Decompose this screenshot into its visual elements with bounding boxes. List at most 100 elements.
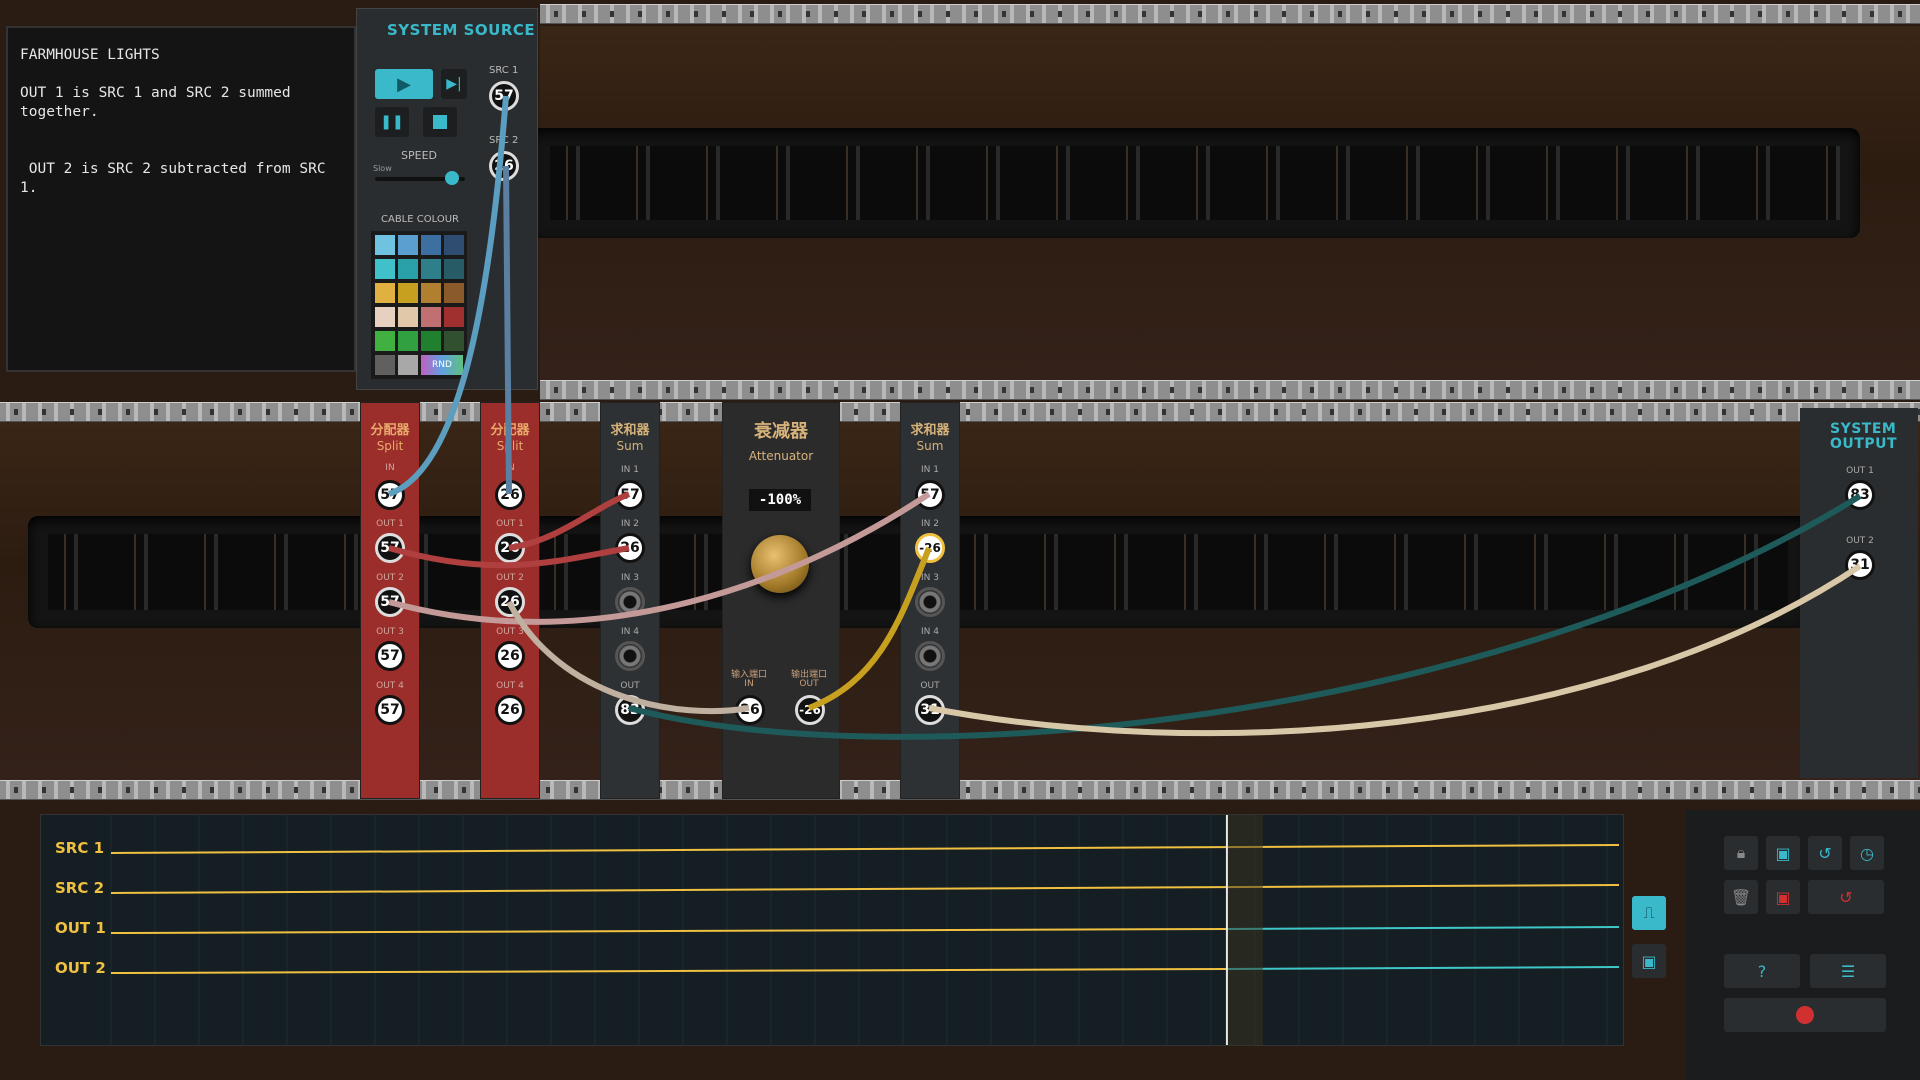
split-2-in-jack[interactable]: 26 [495, 480, 525, 510]
rack-rail-mid [0, 402, 1920, 422]
cable-colour-swatch[interactable] [375, 355, 395, 375]
sum-module-1[interactable]: 求和器 Sum IN 1 57 IN 2 26 IN 3 IN 4 OUT 83 [600, 402, 660, 799]
cable-colour-swatch[interactable] [375, 283, 395, 303]
split-2-out4-jack[interactable]: 26 [495, 695, 525, 725]
cable-colour-swatch[interactable] [375, 331, 395, 351]
add-cable-button[interactable]: ↺ [1808, 836, 1842, 870]
system-output-out2-jack[interactable]: 31 [1845, 550, 1875, 580]
cable-colour-swatch[interactable] [421, 259, 441, 279]
split-2-out3-jack[interactable]: 26 [495, 641, 525, 671]
attenuator-knob[interactable] [751, 535, 809, 593]
cable-colour-swatch[interactable] [444, 307, 464, 327]
random-colour-button[interactable]: RND [421, 355, 463, 375]
cable-colour-swatch[interactable] [444, 283, 464, 303]
split-2-out1-jack[interactable]: 26 [495, 533, 525, 563]
scope-trace-expected [1226, 966, 1620, 970]
rack-rail-top [540, 4, 1920, 24]
cable-colour-swatch[interactable] [421, 235, 441, 255]
cable-colour-swatch[interactable] [421, 331, 441, 351]
sum-2-in4-label: IN 4 [921, 627, 939, 637]
sum-1-in1-jack[interactable]: 57 [615, 480, 645, 510]
cable-colour-swatch[interactable] [398, 283, 418, 303]
cable-colour-swatch[interactable] [375, 307, 395, 327]
system-output-module: SYSTEM OUTPUT OUT 1 83 OUT 2 31 [1800, 408, 1918, 778]
record-icon [1796, 1006, 1814, 1024]
sum-2-title: Sum [916, 439, 944, 453]
split-1-out4-jack[interactable]: 57 [375, 695, 405, 725]
oscilloscope-panel: SRC 1 SRC 2 OUT 1 OUT 2 [40, 814, 1624, 1046]
cable-colour-swatch[interactable] [444, 259, 464, 279]
clock-icon[interactable]: ◷ [1850, 836, 1884, 870]
sum-module-2[interactable]: 求和器 Sum IN 1 57 IN 2 -26 IN 3 IN 4 OUT 3… [900, 402, 960, 799]
cable-colour-swatch[interactable] [398, 331, 418, 351]
puzzle-description-panel: FARMHOUSE LIGHTS OUT 1 is SRC 1 and SRC … [6, 26, 356, 372]
sum-1-in4-jack[interactable] [615, 641, 645, 671]
speed-slider-handle[interactable] [444, 171, 459, 185]
split-module-1[interactable]: 分配器 Split IN 57 OUT 1 57 OUT 2 57 OUT 3 … [360, 402, 420, 799]
split-module-2[interactable]: 分配器 Split IN 26 OUT 1 26 OUT 2 26 OUT 3 … [480, 402, 540, 799]
play-icon: ▶ [397, 73, 411, 95]
lock-icon[interactable]: 🔒︎ [1724, 836, 1758, 870]
sum-2-in2-label: IN 2 [921, 519, 939, 529]
split-2-out4-label: OUT 4 [496, 681, 524, 691]
cable-colour-swatch[interactable] [375, 259, 395, 279]
attenuator-in-jack[interactable]: 26 [735, 695, 765, 725]
cable-colour-swatch[interactable] [375, 235, 395, 255]
sum-2-out-jack[interactable]: 31 [915, 695, 945, 725]
sum-1-out-label: OUT [620, 681, 640, 691]
cable-colour-swatch[interactable] [421, 283, 441, 303]
sum-2-in1-jack[interactable]: 57 [915, 480, 945, 510]
remove-module-button[interactable]: ▣ [1766, 880, 1800, 914]
sum-1-title-cn: 求和器 [610, 423, 650, 438]
system-output-out1-label: OUT 1 [1846, 466, 1874, 476]
split-2-out2-jack[interactable]: 26 [495, 587, 525, 617]
sum-1-in2-jack[interactable]: 26 [615, 533, 645, 563]
sum-1-out-jack[interactable]: 83 [615, 695, 645, 725]
sum-1-in2-label: IN 2 [621, 519, 639, 529]
stop-button[interactable] [423, 107, 457, 137]
split-2-title: Split [496, 439, 524, 453]
cable-colour-swatch[interactable] [444, 331, 464, 351]
help-button[interactable]: ? [1724, 954, 1800, 988]
sum-2-in2-jack[interactable]: -26 [915, 533, 945, 563]
sum-2-out-label: OUT [920, 681, 940, 691]
menu-button[interactable]: ☰ [1810, 954, 1886, 988]
sum-2-in4-jack[interactable] [915, 641, 945, 671]
split-1-out2-label: OUT 2 [376, 573, 404, 583]
pause-icon: ❚❚ [380, 114, 404, 130]
system-source-module: SYSTEM SOURCE ▶ ▶| ❚❚ SPEED Slow CABLE C… [356, 8, 538, 390]
sum-2-in3-jack[interactable] [915, 587, 945, 617]
cable-colour-swatch[interactable] [398, 307, 418, 327]
record-button[interactable] [1724, 998, 1886, 1032]
cable-colour-swatch[interactable] [444, 235, 464, 255]
split-1-in-jack[interactable]: 57 [375, 480, 405, 510]
attenuator-module[interactable]: 衰减器 Attenuator -100% 输入端口 IN 26 输出端口 OUT… [722, 402, 840, 799]
cable-colour-swatch[interactable] [398, 235, 418, 255]
cable-colour-swatch[interactable] [398, 259, 418, 279]
pause-button[interactable]: ❚❚ [375, 107, 409, 137]
speed-slow-label: Slow [373, 164, 392, 173]
remove-cable-button[interactable]: ↺ [1808, 880, 1884, 914]
trash-icon[interactable]: 🗑︎ [1724, 880, 1758, 914]
split-1-title-cn: 分配器 [370, 423, 410, 438]
cable-colour-swatch[interactable] [421, 307, 441, 327]
speed-slider[interactable] [375, 171, 465, 185]
system-source-title: SYSTEM SOURCE [387, 21, 536, 39]
step-button[interactable]: ▶| [441, 69, 467, 99]
attenuator-out-jack[interactable]: -26 [795, 695, 825, 725]
add-module-button[interactable]: ▣ [1766, 836, 1800, 870]
split-1-out4-label: OUT 4 [376, 681, 404, 691]
src2-jack[interactable]: 26 [489, 151, 519, 181]
system-output-out1-jack[interactable]: 83 [1845, 480, 1875, 510]
split-1-out1-jack[interactable]: 57 [375, 533, 405, 563]
split-1-out3-jack[interactable]: 57 [375, 641, 405, 671]
split-1-out2-jack[interactable]: 57 [375, 587, 405, 617]
split-2-title-cn: 分配器 [490, 423, 530, 438]
memory-card-button[interactable]: ▣ [1632, 944, 1666, 978]
sum-1-in3-jack[interactable] [615, 587, 645, 617]
src1-jack[interactable]: 57 [489, 81, 519, 111]
cable-colour-swatch[interactable] [398, 355, 418, 375]
scope-toggle-button[interactable]: ⎍ [1632, 896, 1666, 930]
play-button[interactable]: ▶ [375, 69, 433, 99]
sum-2-in1-label: IN 1 [921, 465, 939, 475]
